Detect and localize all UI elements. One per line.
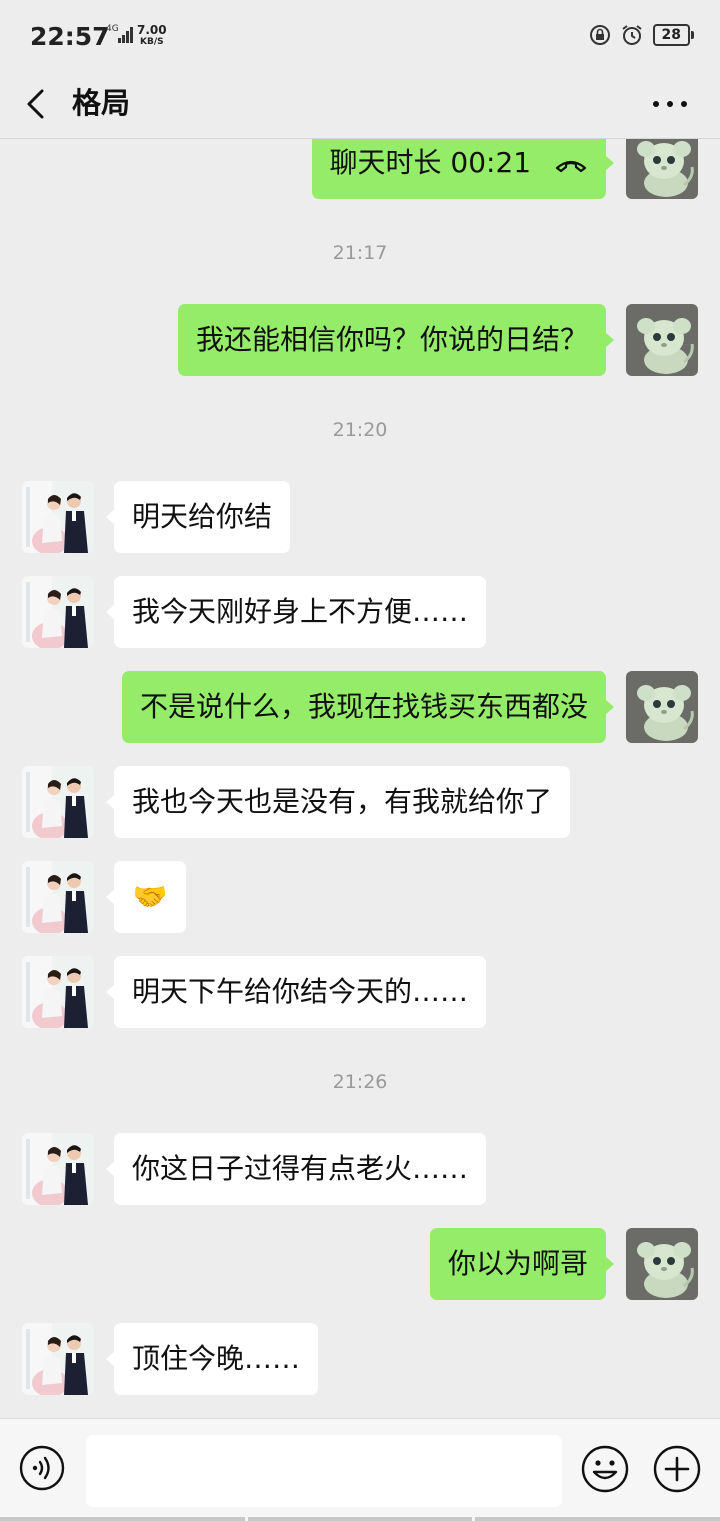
- message-input[interactable]: [86, 1435, 562, 1507]
- message-timestamp: 21:20: [332, 419, 388, 441]
- rotation-lock-icon: [589, 25, 610, 45]
- chat-title: 格局: [72, 86, 131, 120]
- message-bubble[interactable]: 我还能相信你吗？你说的日结？: [177, 304, 615, 376]
- message-bubble[interactable]: 顶住今晚……: [105, 1323, 319, 1395]
- voice-icon[interactable]: [19, 1445, 65, 1491]
- message-row: 不是说什么，我现在找钱买东西都没: [0, 671, 720, 743]
- message-row: 聊天时长 00:21: [0, 139, 720, 199]
- status-time: 22:57: [30, 22, 110, 51]
- message-row: 明天给你结: [0, 481, 720, 553]
- chat-area[interactable]: 聊天时长 00:21 21:17 我还能相信你吗？你说的日结？ 21:20 明天…: [0, 139, 720, 1417]
- contact-avatar[interactable]: [22, 956, 94, 1028]
- emoji-bubble[interactable]: 🤝: [106, 861, 186, 933]
- contact-avatar[interactable]: [22, 766, 94, 838]
- my-avatar[interactable]: [626, 304, 698, 376]
- handshake-emoji: 🤝: [132, 880, 168, 913]
- message-bubble[interactable]: 我也今天也是没有，有我就给你了: [105, 766, 571, 838]
- contact-avatar[interactable]: [22, 1323, 94, 1395]
- speed-unit: KB/S: [140, 37, 164, 47]
- message-row: 我今天刚好身上不方便……: [0, 576, 720, 648]
- message-row: 🤝: [0, 861, 720, 933]
- network-type: 4G: [106, 24, 119, 34]
- chevron-left-icon[interactable]: [20, 86, 56, 122]
- message-bubble[interactable]: 明天给你结: [105, 481, 291, 553]
- message-timestamp: 21:17: [332, 242, 388, 264]
- network-speed: 7.00 KB/S: [137, 24, 167, 48]
- status-bar: 22:57 4G 7.00 KB/S 28: [0, 0, 720, 72]
- contact-avatar[interactable]: [22, 861, 94, 933]
- my-avatar[interactable]: [626, 671, 698, 743]
- message-timestamp: 21:26: [332, 1071, 388, 1093]
- call-record-bubble[interactable]: 聊天时长 00:21: [311, 139, 614, 199]
- message-bubble[interactable]: 你这日子过得有点老火……: [105, 1133, 487, 1205]
- message-row: 你这日子过得有点老火……: [0, 1133, 720, 1205]
- navigation-hint-bar: [0, 1517, 720, 1521]
- signal-icon: [118, 27, 133, 43]
- alarm-icon: [621, 25, 642, 45]
- message-bubble[interactable]: 不是说什么，我现在找钱买东西都没: [121, 671, 615, 743]
- chat-header: 格局: [0, 72, 720, 139]
- phone-hangup-icon: [555, 160, 587, 173]
- contact-avatar[interactable]: [22, 481, 94, 553]
- plus-icon[interactable]: [652, 1444, 702, 1494]
- message-bubble[interactable]: 我今天刚好身上不方便……: [105, 576, 487, 648]
- message-bubble[interactable]: 明天下午给你结今天的……: [105, 956, 487, 1028]
- speed-value: 7.00: [137, 23, 167, 37]
- message-text: 聊天时长 00:21: [329, 146, 532, 179]
- contact-avatar[interactable]: [22, 1133, 94, 1205]
- message-row: 你以为啊哥: [0, 1228, 720, 1300]
- ellipsis-icon[interactable]: [650, 86, 690, 122]
- battery-indicator: 28: [652, 24, 695, 46]
- message-row: 顶住今晚……: [0, 1323, 720, 1395]
- message-bubble[interactable]: 你以为啊哥: [429, 1228, 615, 1300]
- message-row: 我也今天也是没有，有我就给你了: [0, 766, 720, 838]
- my-avatar[interactable]: [626, 139, 698, 199]
- contact-avatar[interactable]: [22, 576, 94, 648]
- emoji-icon[interactable]: [580, 1444, 630, 1494]
- message-row: 明天下午给你结今天的……: [0, 956, 720, 1028]
- input-bar: [0, 1418, 720, 1521]
- my-avatar[interactable]: [626, 1228, 698, 1300]
- message-row: 我还能相信你吗？你说的日结？: [0, 304, 720, 376]
